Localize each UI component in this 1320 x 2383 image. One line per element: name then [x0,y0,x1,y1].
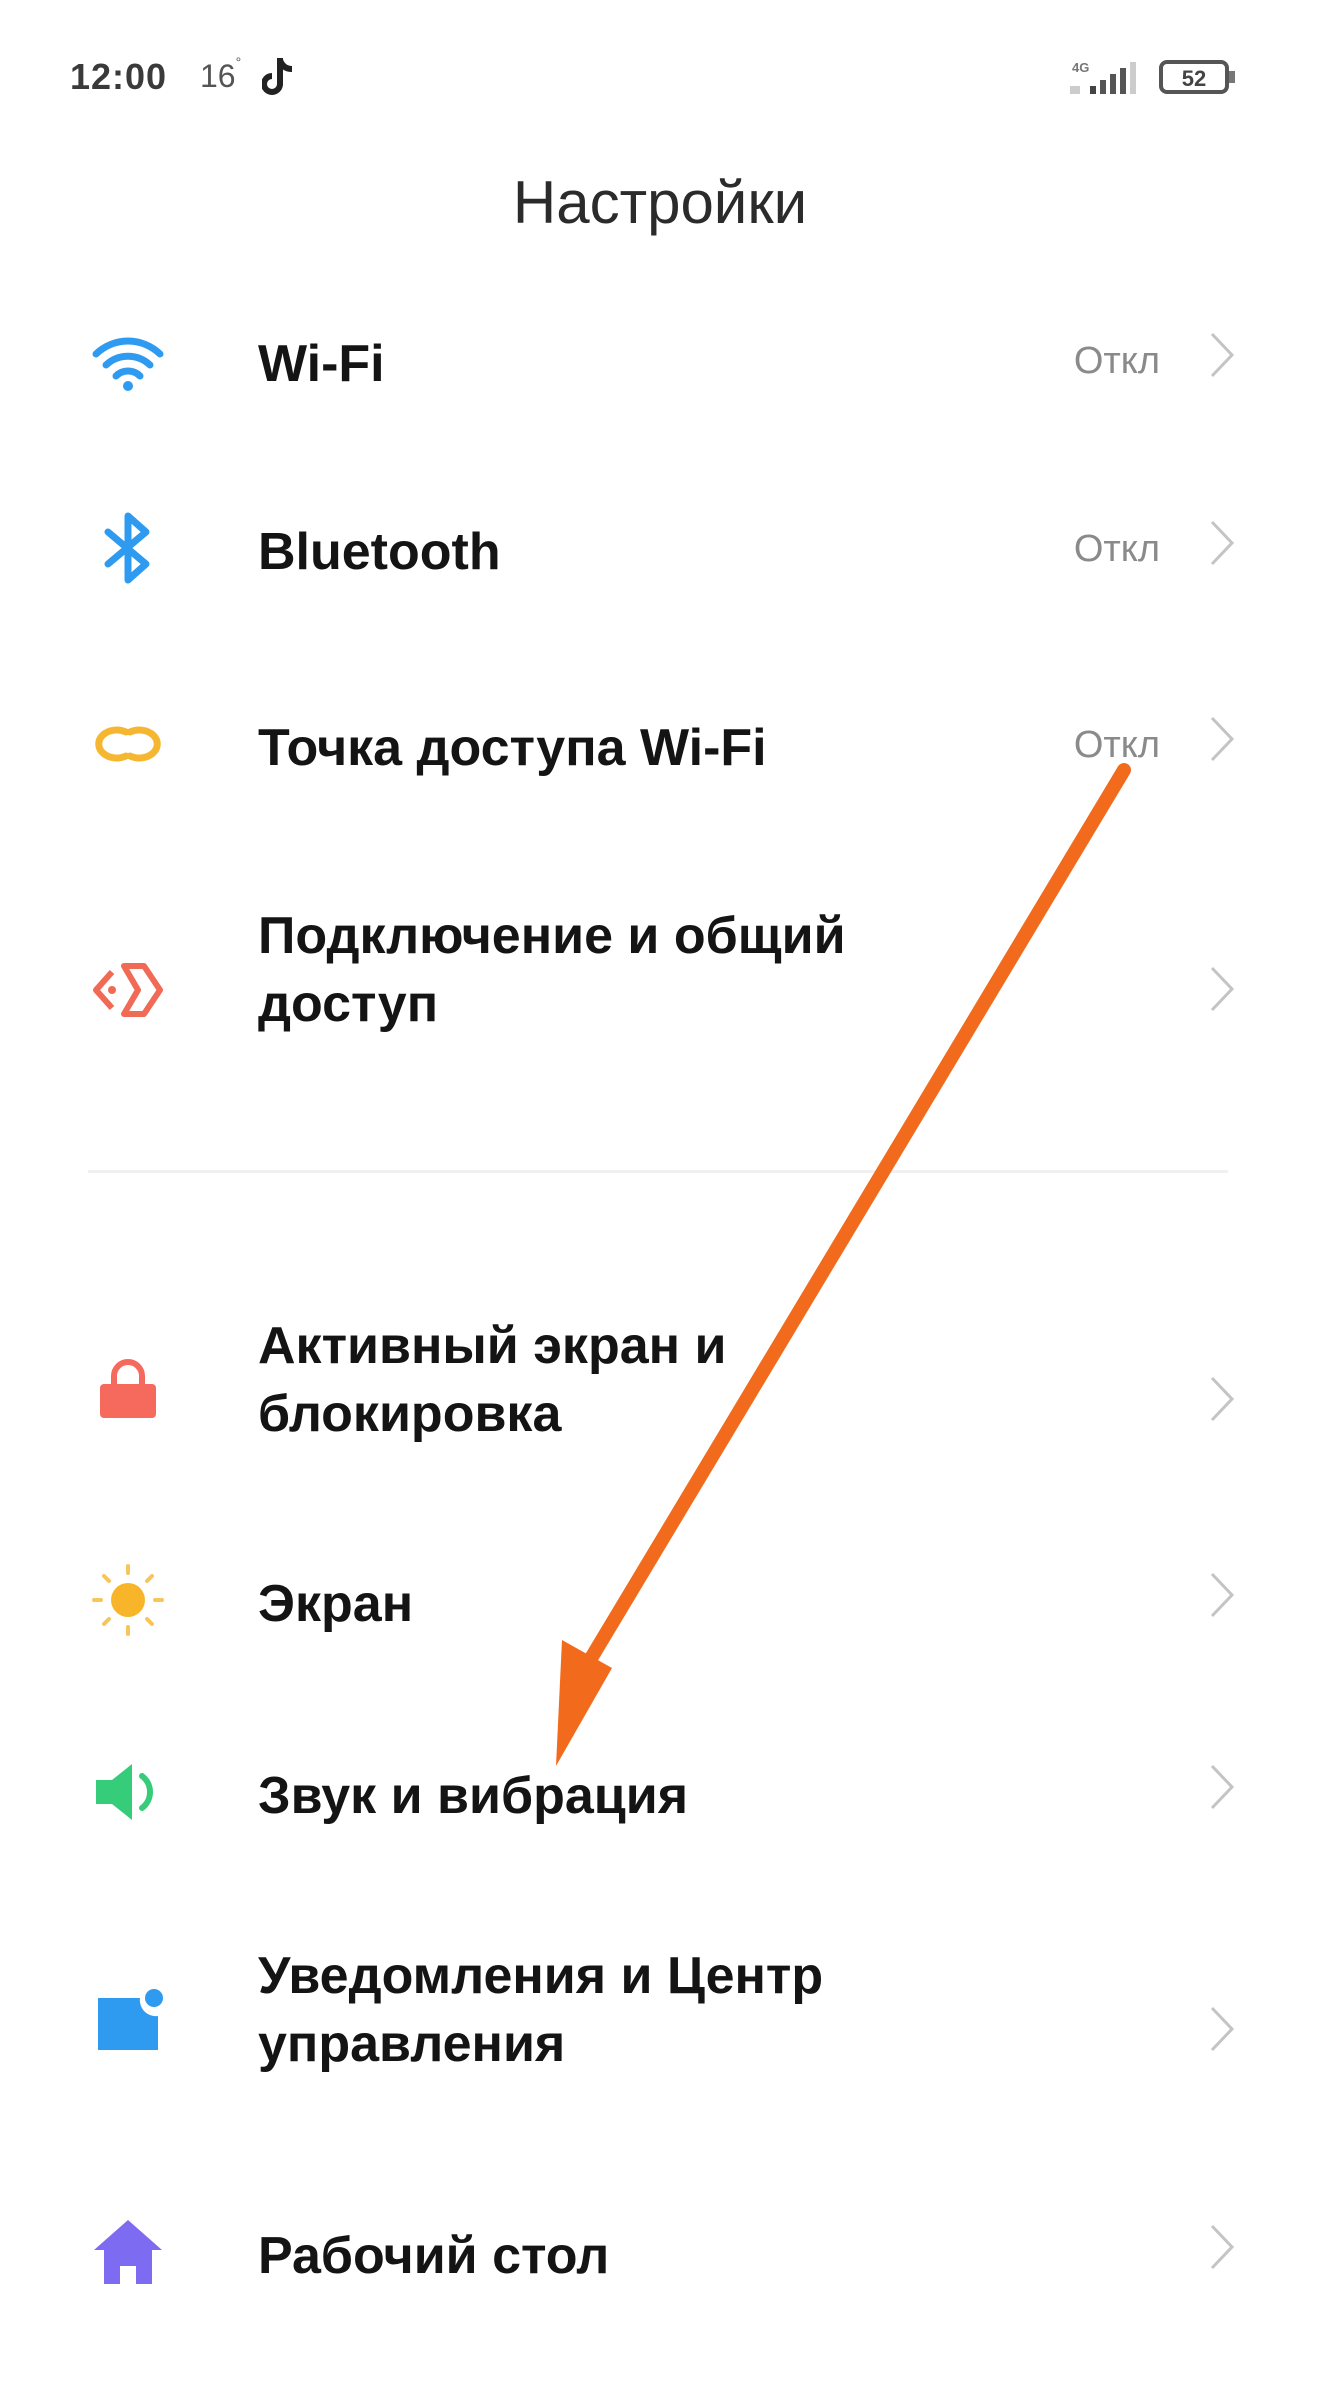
settings-item-label-line1: Активный экран и [258,1317,727,1375]
status-bar: 12:00 16° 4G 52 [0,0,1320,150]
home-icon [94,2220,162,2284]
status-time: 12:00 [70,56,168,97]
settings-item-display[interactable]: Экран [0,1528,1320,1678]
notification-icon [98,1989,163,2050]
connection-sharing-icon [93,963,163,1017]
settings-item-label: Точка доступа Wi-Fi [258,719,767,777]
settings-item-label-line2: управления [258,2015,566,2073]
hotspot-icon [95,726,161,762]
status-temperature: 16° [200,54,241,95]
battery-level: 52 [1182,66,1206,91]
temperature-value: 16 [200,58,236,94]
settings-item-label: Рабочий стол [258,2227,610,2285]
chevron-right-icon [1210,1764,1235,1810]
settings-item-label: Звук и вибрация [258,1767,689,1825]
hotspot-status: Откл [1073,724,1160,766]
temperature-unit: ° [235,54,242,70]
page-title: Настройки [512,169,808,236]
wifi-icon [92,337,164,391]
settings-item-lock-screen[interactable]: Активный экран и блокировка [0,1290,1320,1510]
settings-item-hotspot[interactable]: Точка доступа Wi-Fi Откл [0,672,1320,822]
chevron-right-icon [1210,1376,1235,1422]
bluetooth-icon [104,512,150,584]
signal-icon: 4G [1070,60,1136,94]
speaker-icon [96,1764,153,1820]
sun-icon [92,1564,164,1636]
wifi-status: Откл [1073,340,1160,382]
chevron-right-icon [1210,966,1235,1012]
settings-item-label-line1: Подключение и общий [258,907,846,965]
network-type-label: 4G [1072,60,1089,75]
battery-icon: 52 [1158,58,1238,96]
settings-item-home-screen[interactable]: Рабочий стол [0,2180,1320,2330]
chevron-right-icon [1210,2006,1235,2052]
settings-item-label-line1: Уведомления и Центр [258,1947,824,2005]
settings-item-notifications[interactable]: Уведомления и Центр управления [0,1920,1320,2140]
settings-item-label: Экран [258,1575,414,1633]
lock-icon [100,1359,156,1418]
chevron-right-icon [1210,520,1235,566]
settings-item-label-line2: блокировка [258,1385,562,1443]
settings-item-label: Bluetooth [258,523,501,581]
section-divider [88,1170,1228,1173]
chevron-right-icon [1210,332,1235,378]
settings-item-sound[interactable]: Звук и вибрация [0,1720,1320,1870]
settings-item-label: Wi-Fi [258,335,385,393]
bluetooth-status: Откл [1073,528,1160,570]
settings-item-bluetooth[interactable]: Bluetooth Откл [0,476,1320,626]
chevron-right-icon [1210,1572,1235,1618]
settings-item-wifi[interactable]: Wi-Fi Откл [0,280,1320,430]
settings-item-connection-sharing[interactable]: Подключение и общий доступ [0,880,1320,1100]
tiktok-icon [262,58,293,95]
chevron-right-icon [1210,716,1235,762]
settings-item-label-line2: доступ [258,975,439,1033]
chevron-right-icon [1210,2224,1235,2270]
